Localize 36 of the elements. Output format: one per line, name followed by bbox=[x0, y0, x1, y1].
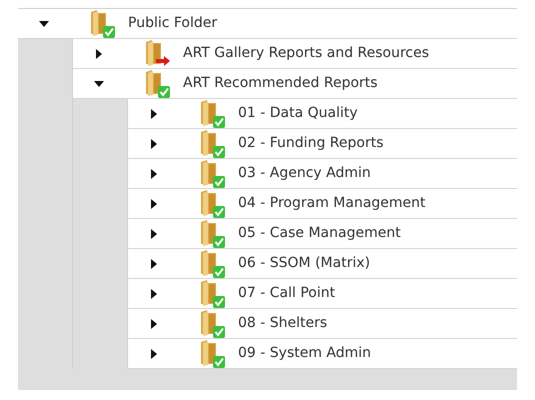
folder-label: 02 - Funding Reports bbox=[238, 134, 384, 153]
tree-row[interactable]: Public Folder bbox=[18, 9, 517, 39]
folder-check-icon bbox=[198, 128, 226, 158]
folder-label: 07 - Call Point bbox=[238, 284, 336, 303]
folder-label: 03 - Agency Admin bbox=[238, 164, 371, 183]
folder-arrow-icon bbox=[143, 38, 171, 68]
folder-check-icon bbox=[198, 188, 226, 218]
folder-label: 09 - System Admin bbox=[238, 344, 372, 363]
tree-row[interactable]: 04 - Program Management bbox=[128, 189, 517, 219]
folder-label: ART Recommended Reports bbox=[183, 74, 378, 93]
folder-check-icon bbox=[198, 98, 226, 128]
folder-check-icon bbox=[198, 308, 226, 338]
folder-check-icon bbox=[198, 278, 226, 308]
folder-check-icon bbox=[88, 9, 116, 38]
tree-row[interactable]: ART Gallery Reports and Resources bbox=[73, 39, 517, 69]
folder-label: 06 - SSOM (Matrix) bbox=[238, 254, 370, 273]
folder-check-icon bbox=[198, 338, 226, 368]
folder-label: 08 - Shelters bbox=[238, 314, 328, 333]
tree-row[interactable]: 02 - Funding Reports bbox=[128, 129, 517, 159]
folder-label: 04 - Program Management bbox=[238, 194, 426, 213]
tree-row[interactable]: 03 - Agency Admin bbox=[128, 159, 517, 189]
folder-label: 05 - Case Management bbox=[238, 224, 401, 243]
folder-check-icon bbox=[198, 218, 226, 248]
folder-check-icon bbox=[143, 68, 171, 98]
tree-row[interactable]: 05 - Case Management bbox=[128, 219, 517, 249]
tree-row[interactable]: 01 - Data Quality bbox=[128, 99, 517, 129]
tree-row[interactable]: ART Recommended Reports bbox=[73, 69, 517, 99]
tree-row[interactable]: 08 - Shelters bbox=[128, 309, 517, 339]
tree-row[interactable]: 07 - Call Point bbox=[128, 279, 517, 309]
folder-check-icon bbox=[198, 248, 226, 278]
folder-label: Public Folder bbox=[128, 14, 218, 33]
folder-label: ART Gallery Reports and Resources bbox=[183, 44, 430, 63]
tree-row[interactable]: 06 - SSOM (Matrix) bbox=[128, 249, 517, 279]
folder-check-icon bbox=[198, 158, 226, 188]
tree-row[interactable]: 09 - System Admin bbox=[128, 339, 517, 369]
folder-label: 01 - Data Quality bbox=[238, 104, 358, 123]
